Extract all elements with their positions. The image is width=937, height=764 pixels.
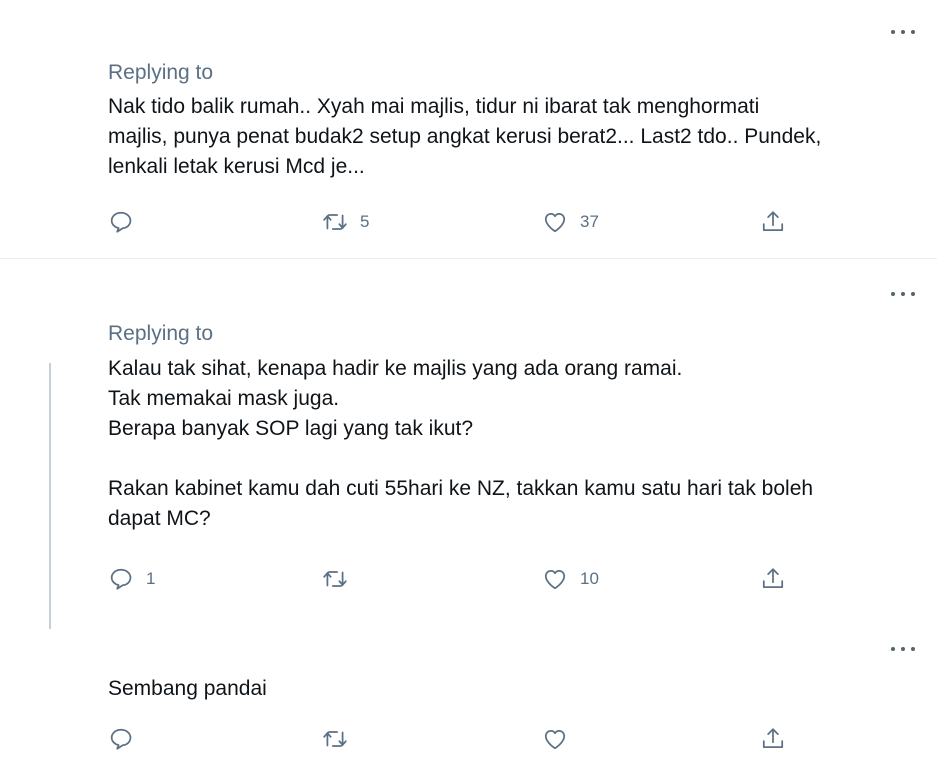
heart-outline-icon bbox=[544, 570, 566, 590]
tweet-actions: 5 37 bbox=[108, 207, 908, 237]
like-button[interactable]: 37 bbox=[542, 207, 599, 237]
ellipsis-icon bbox=[891, 292, 895, 296]
heart-outline-icon bbox=[544, 730, 566, 750]
retweet-arrows-icon bbox=[323, 571, 347, 587]
like-count: 10 bbox=[580, 569, 599, 588]
tweet-reply-2[interactable]: Replying to Kalau tak sihat, kenapa hadi… bbox=[0, 259, 937, 632]
reply-button[interactable] bbox=[108, 724, 146, 754]
reply-feed: Replying to Nak tido balik rumah.. Xyah … bbox=[0, 0, 937, 764]
retweet-arrows-icon bbox=[323, 731, 347, 747]
more-options-button[interactable] bbox=[891, 26, 915, 38]
share-button[interactable] bbox=[760, 724, 786, 754]
heart-outline-icon bbox=[544, 213, 566, 233]
retweet-count: 5 bbox=[360, 212, 370, 231]
tweet-text: Sembang pandai bbox=[108, 677, 267, 700]
retweet-arrows-icon bbox=[323, 214, 347, 230]
tweet-reply-3[interactable]: Sembang pandai bbox=[0, 632, 937, 764]
speech-bubble-icon bbox=[110, 211, 132, 233]
retweet-button[interactable] bbox=[322, 564, 360, 594]
speech-bubble-icon bbox=[110, 728, 132, 750]
tweet-actions: 1 10 bbox=[108, 564, 908, 594]
like-button[interactable]: 10 bbox=[542, 564, 599, 594]
reply-button[interactable] bbox=[108, 207, 146, 237]
tweet-text: Kalau tak sihat, kenapa hadir ke majlis … bbox=[108, 357, 814, 530]
ellipsis-icon bbox=[891, 30, 895, 34]
reply-count: 1 bbox=[146, 569, 156, 588]
retweet-button[interactable]: 5 bbox=[322, 207, 369, 237]
speech-bubble-icon bbox=[110, 568, 132, 590]
share-button[interactable] bbox=[760, 207, 786, 237]
like-button[interactable] bbox=[542, 724, 580, 754]
replying-to-label[interactable]: Replying to bbox=[108, 60, 213, 86]
share-button[interactable] bbox=[760, 564, 786, 594]
tweet-reply-1[interactable]: Replying to Nak tido balik rumah.. Xyah … bbox=[0, 0, 937, 258]
share-upload-icon bbox=[762, 568, 784, 588]
like-count: 37 bbox=[580, 212, 599, 231]
share-upload-icon bbox=[762, 728, 784, 748]
tweet-actions bbox=[108, 724, 908, 754]
share-upload-icon bbox=[762, 211, 784, 231]
tweet-text: Nak tido balik rumah.. Xyah mai majlis, … bbox=[108, 95, 822, 178]
replying-to-label[interactable]: Replying to bbox=[108, 321, 213, 347]
more-options-button[interactable] bbox=[891, 643, 915, 655]
thread-connector-line bbox=[49, 363, 51, 629]
ellipsis-icon bbox=[891, 647, 895, 651]
retweet-button[interactable] bbox=[322, 724, 360, 754]
more-options-button[interactable] bbox=[891, 288, 915, 300]
reply-button[interactable]: 1 bbox=[108, 564, 155, 594]
